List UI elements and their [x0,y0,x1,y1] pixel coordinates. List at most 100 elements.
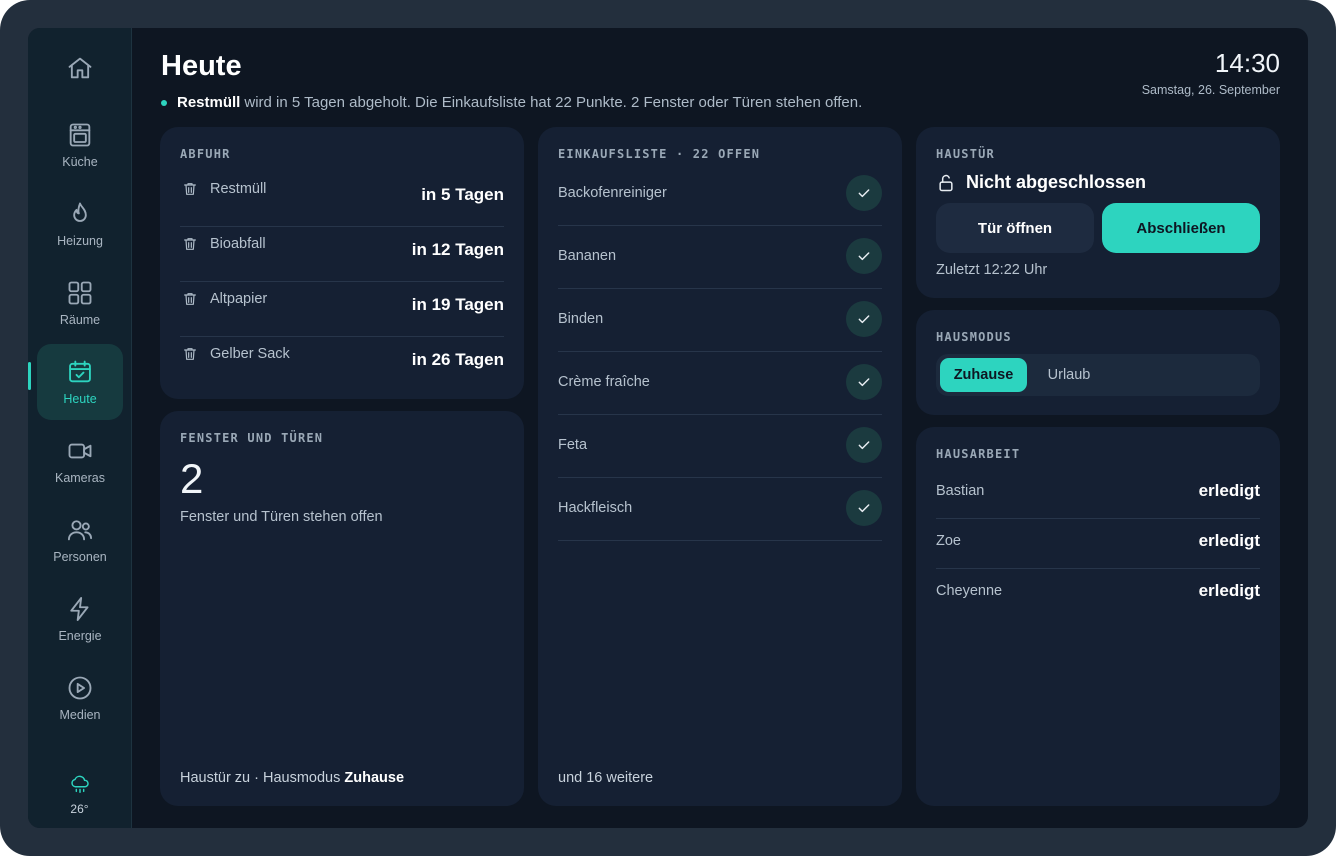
open-door-button[interactable]: Tür öffnen [936,203,1094,253]
sidebar-item-label: Heute [63,392,97,406]
page-title: Heute [161,50,242,82]
sidebar-item-medien[interactable]: Medien [37,660,123,736]
flame-icon [73,202,87,222]
list-item[interactable]: Crème fraîche [558,352,882,415]
last-activity: Zuletzt 12:22 Uhr [936,262,1048,278]
play-icon [68,676,92,700]
abfuhr-when: in 26 Tagen [411,350,504,369]
sidebar-item-heizung[interactable]: Heizung [37,186,123,262]
sidebar-item-raeume[interactable]: Räume [37,265,123,341]
card-heading: HAUSMODUS [936,330,1012,344]
active-indicator [28,362,31,390]
sidebar-item-label: Kameras [54,471,106,485]
chore-status: erledigt [1198,581,1260,600]
trash-icon [184,238,196,250]
check-button[interactable] [846,427,882,463]
oven-icon [69,123,91,147]
item-name: Bananen [558,248,617,264]
open-description: Fenster und Türen stehen offen [180,509,383,525]
bolt-icon [70,596,89,622]
sidebar-item-kueche[interactable]: Küche [37,107,123,183]
check-button[interactable] [846,238,882,274]
check-button[interactable] [846,490,882,526]
summary-text: wird in 5 Tagen abgeholt. Die Einkaufsli… [244,94,863,111]
list-item: Zoe erledigt [936,518,1260,569]
footer-mode: Zuhause [344,770,405,786]
list-item[interactable]: Backofenreiniger [558,163,882,226]
sidebar: Küche Heizung Räume Heute Kameras Person… [28,28,132,828]
sidebar-item-label: Personen [53,550,107,564]
sidebar-item-personen[interactable]: Personen [37,502,123,578]
home-icon [68,57,92,79]
sidebar-item-label: Medien [59,708,101,722]
abfuhr-name: Bioabfall [210,236,266,252]
date: Samstag, 26. September [1141,83,1280,97]
list-item: Gelber Sack in 26 Tagen [180,336,504,391]
list-item[interactable]: Feta [558,415,882,478]
item-name: Binden [558,311,604,327]
item-name: Crème fraîche [558,374,650,390]
rain-cloud-icon [70,775,89,793]
person-name: Zoe [936,533,961,549]
summary-highlight: Restmüll [177,94,241,111]
trash-icon [184,293,196,305]
check-button[interactable] [846,301,882,337]
chore-status: erledigt [1198,531,1260,550]
list-item: Restmüll in 5 Tagen [180,171,504,227]
hausarbeit-card: HAUSARBEIT Bastian erledigt Zoe erledigt… [916,427,1280,806]
person-name: Cheyenne [936,583,1003,599]
mode-option-zuhause[interactable]: Zuhause [940,358,1027,392]
list-item[interactable]: Binden [558,289,882,352]
abfuhr-name: Gelber Sack [210,346,290,362]
lock-button[interactable]: Abschließen [1102,203,1260,253]
clock: 14:30 [1214,48,1280,78]
list-item: Bastian erledigt [936,468,1260,519]
fenster-card: FENSTER UND TÜREN 2 Fenster und Türen st… [160,411,524,806]
summary-line: Restmüll wird in 5 Tagen abgeholt. Die E… [161,94,862,111]
open-count: 2 [180,455,204,502]
weather-widget: 26° [28,773,131,816]
door-status-text: Nicht abgeschlossen [966,172,1147,192]
calendar-check-icon [69,360,91,383]
trash-icon [184,348,196,360]
check-icon [858,189,870,198]
check-button[interactable] [846,364,882,400]
sidebar-item-label: Energie [58,629,102,643]
card-heading: FENSTER UND TÜREN [180,431,324,445]
sidebar-item-label: Küche [62,155,98,169]
list-item[interactable]: Hackfleisch [558,478,882,541]
more-items-link[interactable]: und 16 weitere [558,770,653,786]
card-heading: ABFUHR [180,147,231,161]
list-item: Altpapier in 19 Tagen [180,281,504,337]
check-icon [858,441,870,450]
abfuhr-when: in 19 Tagen [411,295,504,314]
person-name: Bastian [936,483,985,499]
card-heading: HAUSTÜR [936,147,995,161]
door-status: Nicht abgeschlossen [936,172,1146,193]
sidebar-item-energie[interactable]: Energie [37,581,123,657]
abfuhr-when: in 12 Tagen [411,240,504,259]
abfuhr-name: Altpapier [210,291,268,307]
sidebar-item-home[interactable] [37,30,123,106]
abfuhr-when: in 5 Tagen [421,185,504,204]
dashboard-screen: Küche Heizung Räume Heute Kameras Person… [28,28,1308,828]
list-item: Cheyenne erledigt [936,568,1260,618]
sidebar-item-heute[interactable]: Heute [37,344,123,420]
trash-icon [184,183,196,195]
item-name: Backofenreiniger [558,185,667,201]
sidebar-item-label: Räume [59,313,101,327]
footer-prefix: Haustür zu · Hausmodus [180,770,341,786]
mode-option-urlaub[interactable]: Urlaub [1029,358,1109,392]
users-icon [67,520,93,541]
unlock-icon [939,174,953,191]
card-footer: Haustür zu · Hausmodus Zuhause [180,770,404,786]
card-heading: EINKAUFSLISTE · 22 OFFEN [558,147,761,161]
check-icon [858,504,870,513]
sidebar-item-kameras[interactable]: Kameras [37,423,123,499]
check-button[interactable] [846,175,882,211]
grid-icon [68,281,92,305]
list-item[interactable]: Bananen [558,226,882,289]
einkaufsliste-card: EINKAUFSLISTE · 22 OFFEN Backofenreinige… [538,127,902,806]
list-item: Bioabfall in 12 Tagen [180,226,504,282]
weather-temperature: 26° [70,802,89,816]
